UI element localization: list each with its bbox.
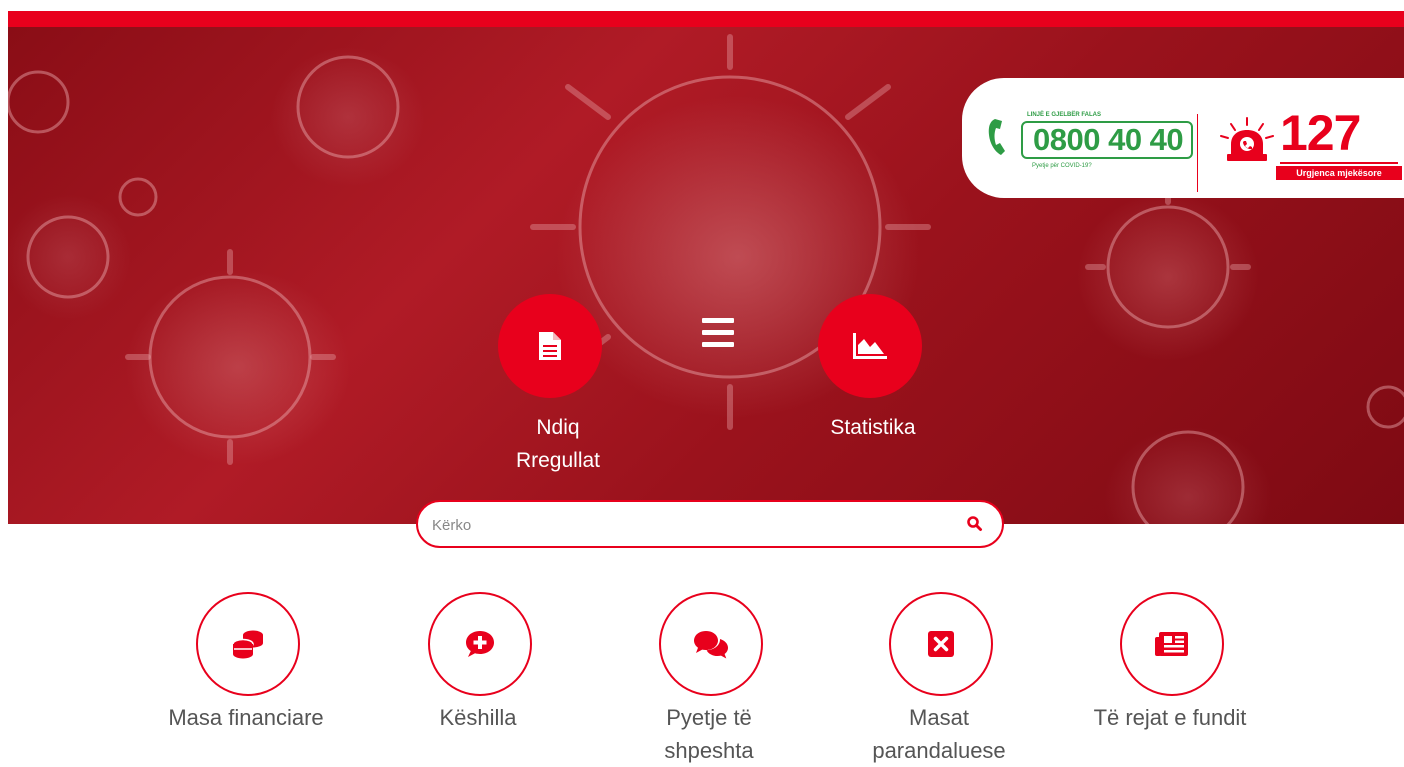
hotline-number: 0800 40 40 [1021, 121, 1193, 159]
phone-icon [988, 119, 1005, 155]
document-icon [539, 332, 561, 360]
newspaper-icon [1155, 632, 1188, 656]
hero-banner: LINJË E GJELBËR FALAS 0800 40 40 Pyetje … [8, 27, 1404, 524]
category-label: Këshilla [378, 701, 578, 734]
category-circle [889, 592, 993, 696]
category-label: Të rejat e fundit [1070, 701, 1270, 734]
search-icon[interactable] [966, 515, 984, 533]
category-label-line2: shpeshta [664, 738, 754, 763]
top-red-stripe [8, 11, 1404, 27]
category-label-line2: parandaluese [872, 738, 1006, 763]
hotline-divider [1197, 114, 1198, 192]
category-latest-news[interactable]: Të rejat e fundit [1070, 592, 1270, 752]
top-white-strip [0, 0, 1404, 11]
follow-rules-button[interactable]: Ndiq Rregullat [488, 294, 628, 472]
close-square-icon [928, 631, 954, 657]
hotline-label: LINJË E GJELBËR FALAS [1027, 112, 1102, 118]
area-chart-icon [853, 333, 887, 359]
category-circle [428, 592, 532, 696]
follow-rules-label-line2: Rregullat [515, 449, 601, 472]
category-faq[interactable]: Pyetje të shpeshta [609, 592, 809, 767]
emergency-label: Urgjenca mjekësore [1276, 166, 1402, 180]
category-circle [1120, 592, 1224, 696]
search-bar [416, 500, 1004, 548]
category-preventive-measures[interactable]: Masat parandaluese [839, 592, 1039, 767]
category-label-line1: Masat [909, 705, 969, 730]
statistics-label: Statistika [830, 416, 916, 439]
medical-chat-icon [466, 631, 494, 657]
category-label: Masat parandaluese [839, 701, 1039, 767]
hotline-card: LINJË E GJELBËR FALAS 0800 40 40 Pyetje … [962, 78, 1404, 198]
follow-rules-circle [498, 294, 602, 398]
category-label-line1: Pyetje të [666, 705, 752, 730]
category-circle [196, 592, 300, 696]
category-label-line1: Masa financiare [168, 705, 324, 730]
search-input[interactable] [432, 511, 952, 539]
category-label: Masa financiare [146, 701, 346, 734]
category-circle [659, 592, 763, 696]
follow-rules-label: Ndiq Rregullat [488, 411, 628, 477]
emergency-underline [1280, 162, 1398, 164]
category-label: Pyetje të shpeshta [609, 701, 809, 767]
statistics-button[interactable]: Statistika [798, 294, 948, 439]
category-advice[interactable]: Këshilla [378, 592, 578, 752]
category-financial-measures[interactable]: Masa financiare [146, 592, 346, 752]
follow-rules-label-line1: Ndiq [536, 416, 580, 439]
emergency-number[interactable]: 127 [1280, 108, 1361, 158]
hamburger-menu-icon[interactable] [702, 318, 734, 348]
green-line-badge[interactable]: LINJË E GJELBËR FALAS 0800 40 40 Pyetje … [987, 107, 1193, 171]
statistics-circle [818, 294, 922, 398]
hotline-subtitle: Pyetje për COVID-19? [1032, 163, 1092, 169]
coins-icon [232, 630, 263, 659]
chat-bubbles-icon [694, 631, 728, 659]
siren-icon [1220, 117, 1274, 161]
category-label-line1: Të rejat e fundit [1093, 705, 1247, 730]
category-label-line1: Këshilla [439, 705, 517, 730]
